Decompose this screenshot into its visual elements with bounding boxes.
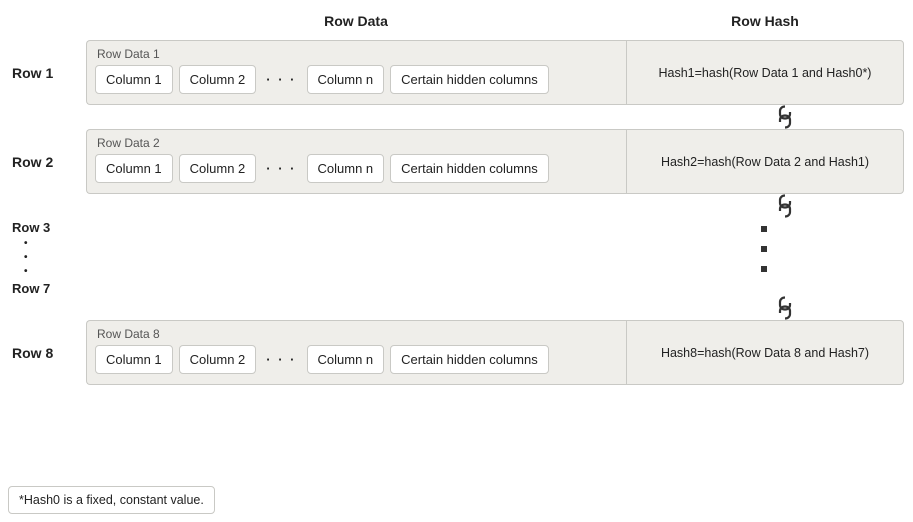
- row-hash-box: Hash8=hash(Row Data 8 and Hash7): [626, 320, 904, 385]
- collapsed-hash-markers: [86, 220, 903, 296]
- chain-link-connector: [10, 296, 903, 320]
- collapsed-rows: Row 3 • • • Row 7: [10, 220, 903, 296]
- chain-link-connector: [10, 194, 903, 218]
- cell-col1: Column 1: [95, 345, 173, 374]
- header-row-data: Row Data: [86, 13, 626, 29]
- chain-link-icon: [777, 105, 793, 129]
- chain-link-connector: [10, 105, 903, 129]
- row-data-box: Row Data 1 Column 1 Column 2 · · · Colum…: [86, 40, 626, 105]
- cell-coln: Column n: [307, 65, 385, 94]
- row-data-cells: Column 1 Column 2 · · · Column n Certain…: [95, 154, 618, 183]
- row-2: Row 2 Row Data 2 Column 1 Column 2 · · ·…: [10, 129, 903, 194]
- chain-link-icon: [777, 194, 793, 218]
- square-marker-icon: [761, 226, 767, 232]
- row-data-inner-label: Row Data 8: [95, 327, 618, 341]
- header-row-hash: Row Hash: [626, 13, 904, 29]
- row-hash-box: Hash2=hash(Row Data 2 and Hash1): [626, 129, 904, 194]
- row-data-inner-label: Row Data 2: [95, 136, 618, 150]
- vertical-dot: •: [12, 267, 86, 277]
- square-marker-icon: [761, 246, 767, 252]
- row-label: Row 8: [10, 320, 86, 385]
- row-hash-text: Hash1=hash(Row Data 1 and Hash0*): [659, 66, 872, 80]
- row-data-cells: Column 1 Column 2 · · · Column n Certain…: [95, 65, 618, 94]
- columns-ellipsis: · · ·: [262, 352, 300, 367]
- vertical-dot: •: [12, 253, 86, 263]
- vertical-dot: •: [12, 239, 86, 249]
- row-data-box: Row Data 2 Column 1 Column 2 · · · Colum…: [86, 129, 626, 194]
- row-hash-box: Hash1=hash(Row Data 1 and Hash0*): [626, 40, 904, 105]
- row-label: Row 2: [10, 129, 86, 194]
- row-1: Row 1 Row Data 1 Column 1 Column 2 · · ·…: [10, 40, 903, 105]
- column-headers: Row Data Row Hash: [10, 8, 903, 34]
- cell-col2: Column 2: [179, 65, 257, 94]
- chain-link-icon: [777, 296, 793, 320]
- cell-coln: Column n: [307, 345, 385, 374]
- row-8: Row 8 Row Data 8 Column 1 Column 2 · · ·…: [10, 320, 903, 385]
- columns-ellipsis: · · ·: [262, 161, 300, 176]
- row-data-cells: Column 1 Column 2 · · · Column n Certain…: [95, 345, 618, 374]
- cell-col1: Column 1: [95, 154, 173, 183]
- row-data-inner-label: Row Data 1: [95, 47, 618, 61]
- row-label: Row 7: [12, 281, 86, 296]
- footnote: *Hash0 is a fixed, constant value.: [8, 486, 215, 514]
- cell-col2: Column 2: [179, 154, 257, 183]
- collapsed-row-labels: Row 3 • • • Row 7: [10, 220, 86, 296]
- square-marker-icon: [761, 266, 767, 272]
- columns-ellipsis: · · ·: [262, 72, 300, 87]
- row-label: Row 3: [12, 220, 86, 235]
- cell-col1: Column 1: [95, 65, 173, 94]
- cell-col2: Column 2: [179, 345, 257, 374]
- cell-hidden: Certain hidden columns: [390, 154, 549, 183]
- row-hash-text: Hash2=hash(Row Data 2 and Hash1): [661, 155, 869, 169]
- row-hash-text: Hash8=hash(Row Data 8 and Hash7): [661, 346, 869, 360]
- cell-coln: Column n: [307, 154, 385, 183]
- row-data-box: Row Data 8 Column 1 Column 2 · · · Colum…: [86, 320, 626, 385]
- cell-hidden: Certain hidden columns: [390, 65, 549, 94]
- row-label: Row 1: [10, 40, 86, 105]
- cell-hidden: Certain hidden columns: [390, 345, 549, 374]
